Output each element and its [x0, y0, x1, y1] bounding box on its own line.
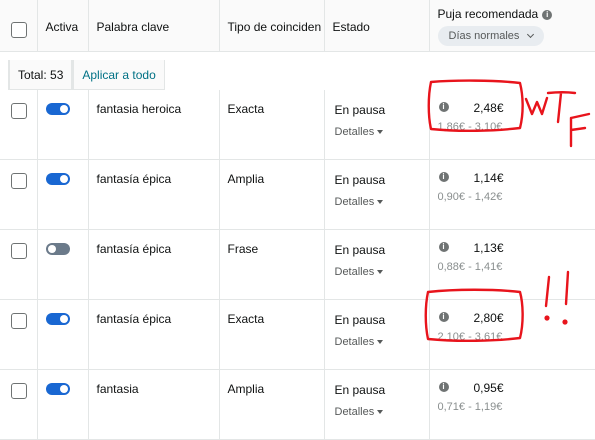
table-row: fantasia heroica Exacta En pausa Detalles i 2…: [0, 90, 595, 160]
table-row: fantasía épica Amplia En pausa Detalles i 1,1…: [0, 159, 595, 230]
info-icon[interactable]: i: [438, 312, 449, 322]
active-toggle[interactable]: [45, 243, 70, 255]
details-dropdown[interactable]: Detalles: [335, 126, 419, 138]
caret-down-icon: [377, 410, 384, 415]
table-row: fantasía épica Frase En pausa Detalles i 1,13…: [0, 229, 595, 300]
date-range-label: Días normales: [448, 30, 520, 42]
status-text: En pausa: [334, 313, 386, 327]
info-icon[interactable]: i: [438, 172, 449, 182]
row-checkbox[interactable]: [11, 313, 27, 329]
active-toggle[interactable]: [45, 103, 70, 115]
keyword-text: fantasia heroica: [96, 102, 182, 116]
summary-row: Total: 53 Aplicar a todo: [0, 52, 165, 90]
table-header: Activa Palabra clave Tipo de coinciden E…: [0, 0, 595, 52]
row-checkbox[interactable]: [11, 383, 27, 399]
active-toggle[interactable]: [45, 383, 70, 395]
date-range-dropdown[interactable]: Días normales: [437, 26, 545, 46]
details-label: Detalles: [334, 196, 375, 208]
bid-value: 0,95€: [473, 381, 504, 395]
caret-down-icon: [377, 200, 384, 205]
chevron-down-icon: [527, 30, 535, 39]
column-header-activa[interactable]: Activa: [37, 0, 89, 52]
details-label: Detalles: [334, 406, 375, 418]
active-toggle[interactable]: [45, 173, 70, 185]
details-dropdown[interactable]: Detalles: [335, 336, 419, 348]
status-text: En pausa: [334, 103, 386, 117]
column-header-estado[interactable]: Estado: [324, 0, 430, 52]
keyword-text: fantasía épica: [96, 312, 172, 326]
keyword-text: fantasia: [96, 382, 139, 396]
apply-all-link[interactable]: Aplicar a todo: [74, 60, 163, 82]
match-type-text: Exacta: [227, 102, 265, 116]
bid-range: 2,10€ - 3,61€: [437, 331, 503, 343]
row-checkbox[interactable]: [11, 173, 27, 189]
match-type-text: Exacta: [227, 312, 265, 326]
bid-value: 2,80€: [473, 311, 504, 325]
match-type-text: Amplia: [227, 172, 265, 186]
row-checkbox[interactable]: [11, 243, 27, 259]
status-text: En pausa: [334, 243, 386, 257]
keywords-table: Activa Palabra clave Tipo de coinciden E…: [0, 0, 595, 440]
details-dropdown[interactable]: Detalles: [335, 196, 419, 208]
bid-range: 1,86€ - 3,10€: [437, 121, 503, 133]
total-count: Total: 53: [18, 68, 64, 82]
bid-range: 0,90€ - 1,42€: [437, 191, 503, 203]
select-all-checkbox[interactable]: [11, 22, 27, 38]
caret-down-icon: [377, 270, 384, 275]
table-row: fantasia Amplia En pausa Detalles i 0,95€ 0,71…: [0, 369, 595, 440]
status-text: En pausa: [334, 383, 386, 397]
info-icon[interactable]: i: [542, 9, 553, 20]
column-header-palabra-clave[interactable]: Palabra clave: [88, 0, 220, 52]
bid-value: 2,48€: [473, 101, 504, 115]
bid-range: 0,88€ - 1,41€: [437, 261, 503, 273]
details-dropdown[interactable]: Detalles: [335, 406, 419, 418]
column-header-puja: Puja recomendada i Días normales: [429, 0, 595, 52]
info-icon[interactable]: i: [438, 382, 449, 392]
caret-down-icon: [377, 130, 384, 135]
keyword-text: fantasía épica: [96, 242, 172, 256]
details-label: Detalles: [334, 266, 375, 278]
bid-range: 0,71€ - 1,19€: [437, 401, 503, 413]
details-dropdown[interactable]: Detalles: [335, 266, 419, 278]
bid-value: 1,13€: [473, 241, 504, 255]
details-label: Detalles: [334, 336, 375, 348]
match-type-text: Frase: [227, 242, 259, 256]
table-row: fantasía épica Exacta En pausa Detalles i 2,8…: [0, 299, 595, 370]
caret-down-icon: [377, 340, 384, 345]
column-header-tipo[interactable]: Tipo de coinciden: [219, 0, 325, 52]
row-checkbox[interactable]: [11, 103, 27, 119]
select-all-cell: [0, 0, 38, 52]
active-toggle[interactable]: [45, 313, 70, 325]
details-label: Detalles: [334, 126, 375, 138]
puja-recomendada-label: Puja recomendada: [437, 7, 539, 21]
keyword-text: fantasía épica: [96, 172, 172, 186]
status-text: En pausa: [334, 173, 386, 187]
info-icon[interactable]: i: [438, 242, 449, 252]
match-type-text: Amplia: [227, 382, 265, 396]
info-icon[interactable]: i: [438, 102, 449, 112]
bid-value: 1,14€: [473, 171, 504, 185]
